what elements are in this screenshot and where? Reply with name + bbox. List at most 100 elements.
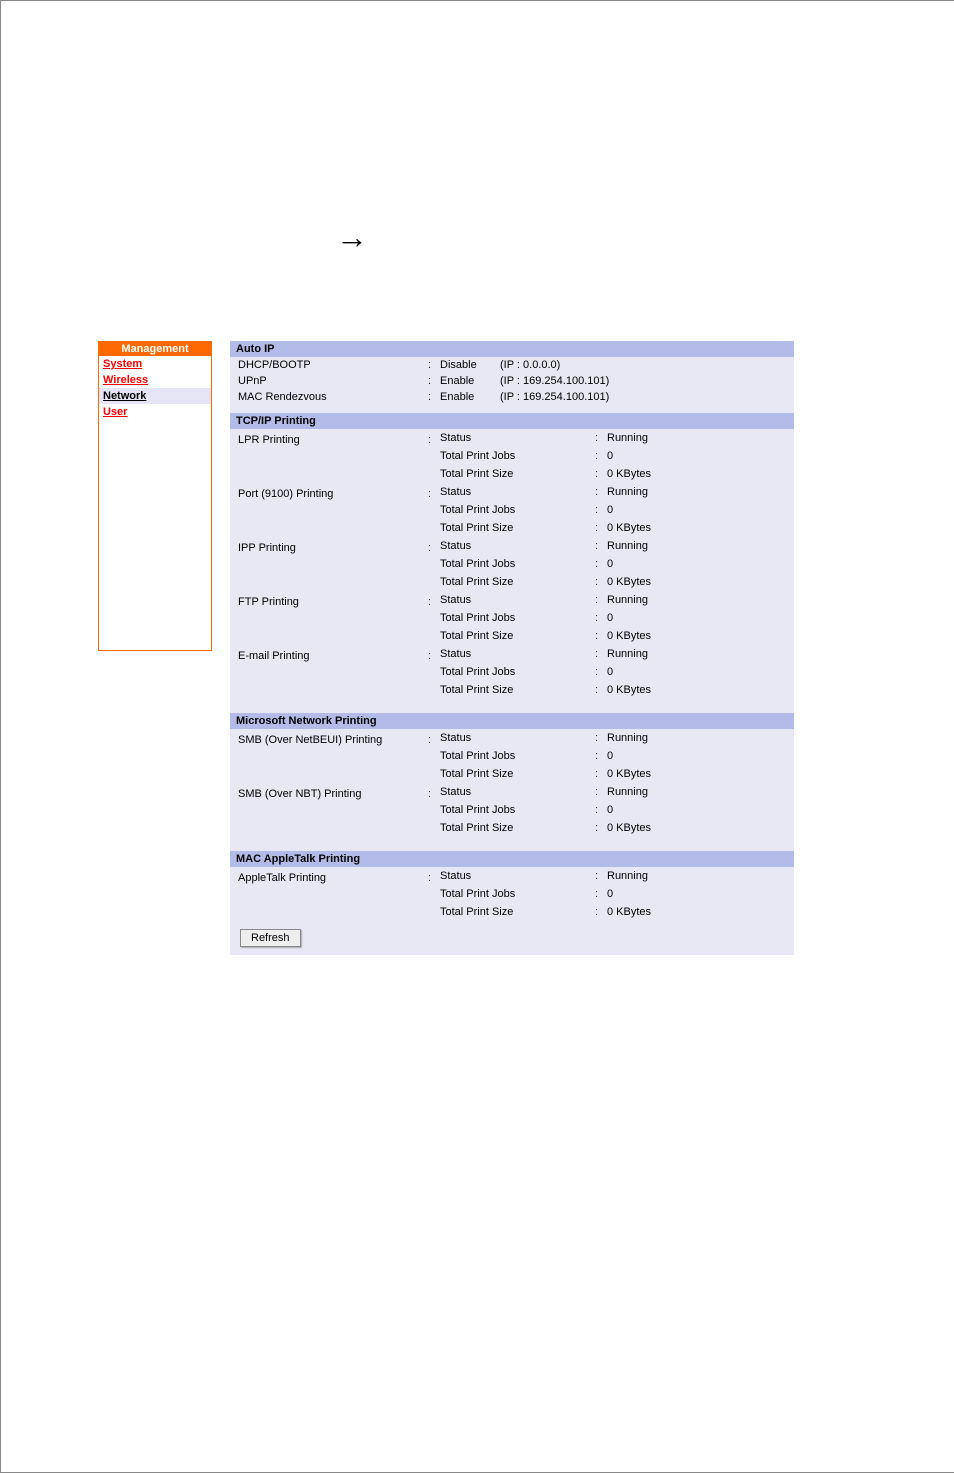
detail-row: Total Print Size:0 KBytes (440, 465, 794, 483)
detail-colon: : (595, 804, 607, 816)
detail-value: Running (607, 786, 794, 798)
detail-key: Total Print Jobs (440, 450, 595, 462)
detail-row: Total Print Jobs:0 (440, 747, 794, 765)
group-colon: : (428, 537, 440, 591)
detail-key: Total Print Jobs (440, 666, 595, 678)
section-header-tcpip: TCP/IP Printing (230, 413, 794, 429)
detail-block: Status:RunningTotal Print Jobs:0Total Pr… (440, 729, 794, 783)
autoip-row-dhcp: DHCP/BOOTP : Disable (IP : 0.0.0.0) (230, 357, 794, 373)
detail-colon: : (595, 648, 607, 660)
group-label: LPR Printing (238, 429, 428, 483)
sidebar-link-network: Network (103, 390, 146, 402)
detail-row: Status:Running (440, 867, 794, 885)
group-label: E-mail Printing (238, 645, 428, 699)
detail-colon: : (595, 522, 607, 534)
sidebar-link-system[interactable]: System (103, 358, 142, 370)
sidebar: Management System Wireless Network User (98, 341, 212, 651)
row-group: LPR Printing:Status:RunningTotal Print J… (230, 429, 794, 483)
detail-row: Total Print Jobs:0 (440, 501, 794, 519)
detail-row: Total Print Size:0 KBytes (440, 819, 794, 837)
row-colon: : (428, 359, 440, 371)
row-ip: (IP : 0.0.0.0) (500, 359, 660, 371)
detail-block: Status:RunningTotal Print Jobs:0Total Pr… (440, 537, 794, 591)
detail-value: 0 KBytes (607, 768, 794, 780)
detail-colon: : (595, 486, 607, 498)
detail-key: Total Print Jobs (440, 504, 595, 516)
detail-colon: : (595, 576, 607, 588)
detail-colon: : (595, 786, 607, 798)
row-colon: : (428, 391, 440, 403)
detail-key: Total Print Size (440, 630, 595, 642)
refresh-button[interactable]: Refresh (240, 929, 301, 947)
detail-colon: : (595, 684, 607, 696)
arrow-icon: → (336, 219, 368, 256)
detail-row: Total Print Jobs:0 (440, 555, 794, 573)
detail-colon: : (595, 906, 607, 918)
group-label: Port (9100) Printing (238, 483, 428, 537)
detail-block: Status:RunningTotal Print Jobs:0Total Pr… (440, 591, 794, 645)
row-ip: (IP : 169.254.100.101) (500, 391, 660, 403)
detail-value: 0 (607, 504, 794, 516)
sidebar-header: Management (99, 342, 211, 356)
detail-value: 0 KBytes (607, 468, 794, 480)
autoip-row-mac: MAC Rendezvous : Enable (IP : 169.254.10… (230, 389, 794, 405)
row-group: IPP Printing:Status:RunningTotal Print J… (230, 537, 794, 591)
group-colon: : (428, 729, 440, 783)
detail-key: Total Print Jobs (440, 750, 595, 762)
detail-value: Running (607, 870, 794, 882)
sidebar-spacer (99, 420, 211, 650)
detail-value: Running (607, 732, 794, 744)
detail-block: Status:RunningTotal Print Jobs:0Total Pr… (440, 645, 794, 699)
detail-row: Status:Running (440, 537, 794, 555)
sidebar-item-network[interactable]: Network (99, 388, 211, 404)
detail-row: Status:Running (440, 429, 794, 447)
group-colon: : (428, 483, 440, 537)
group-colon: : (428, 429, 440, 483)
detail-row: Status:Running (440, 729, 794, 747)
detail-key: Total Print Size (440, 768, 595, 780)
sidebar-item-user[interactable]: User (99, 404, 211, 420)
detail-row: Total Print Size:0 KBytes (440, 627, 794, 645)
sidebar-item-system[interactable]: System (99, 356, 211, 372)
row-group: FTP Printing:Status:RunningTotal Print J… (230, 591, 794, 645)
detail-value: 0 (607, 450, 794, 462)
detail-key: Total Print Jobs (440, 612, 595, 624)
detail-row: Total Print Jobs:0 (440, 447, 794, 465)
detail-value: 0 (607, 666, 794, 678)
sidebar-link-user[interactable]: User (103, 406, 127, 418)
detail-row: Total Print Size:0 KBytes (440, 903, 794, 921)
detail-row: Status:Running (440, 783, 794, 801)
detail-value: 0 KBytes (607, 522, 794, 534)
detail-key: Total Print Jobs (440, 804, 595, 816)
section-header-msnet: Microsoft Network Printing (230, 713, 794, 729)
detail-block: Status:RunningTotal Print Jobs:0Total Pr… (440, 483, 794, 537)
detail-key: Total Print Size (440, 906, 595, 918)
detail-block: Status:RunningTotal Print Jobs:0Total Pr… (440, 783, 794, 837)
detail-value: 0 (607, 612, 794, 624)
detail-value: 0 KBytes (607, 630, 794, 642)
detail-key: Status (440, 870, 595, 882)
detail-colon: : (595, 630, 607, 642)
section-header-appletalk: MAC AppleTalk Printing (230, 851, 794, 867)
row-group: SMB (Over NetBEUI) Printing:Status:Runni… (230, 729, 794, 783)
group-colon: : (428, 783, 440, 837)
detail-key: Status (440, 486, 595, 498)
detail-row: Total Print Jobs:0 (440, 663, 794, 681)
detail-colon: : (595, 768, 607, 780)
row-state: Enable (440, 391, 500, 403)
row-state: Enable (440, 375, 500, 387)
detail-value: Running (607, 486, 794, 498)
detail-key: Status (440, 540, 595, 552)
detail-value: 0 (607, 558, 794, 570)
row-colon: : (428, 375, 440, 387)
sidebar-link-wireless[interactable]: Wireless (103, 374, 148, 386)
sidebar-item-wireless[interactable]: Wireless (99, 372, 211, 388)
detail-key: Total Print Jobs (440, 888, 595, 900)
detail-colon: : (595, 468, 607, 480)
detail-colon: : (595, 612, 607, 624)
row-label: DHCP/BOOTP (238, 359, 428, 371)
detail-value: 0 KBytes (607, 576, 794, 588)
detail-value: 0 KBytes (607, 822, 794, 834)
detail-row: Total Print Jobs:0 (440, 885, 794, 903)
autoip-row-upnp: UPnP : Enable (IP : 169.254.100.101) (230, 373, 794, 389)
